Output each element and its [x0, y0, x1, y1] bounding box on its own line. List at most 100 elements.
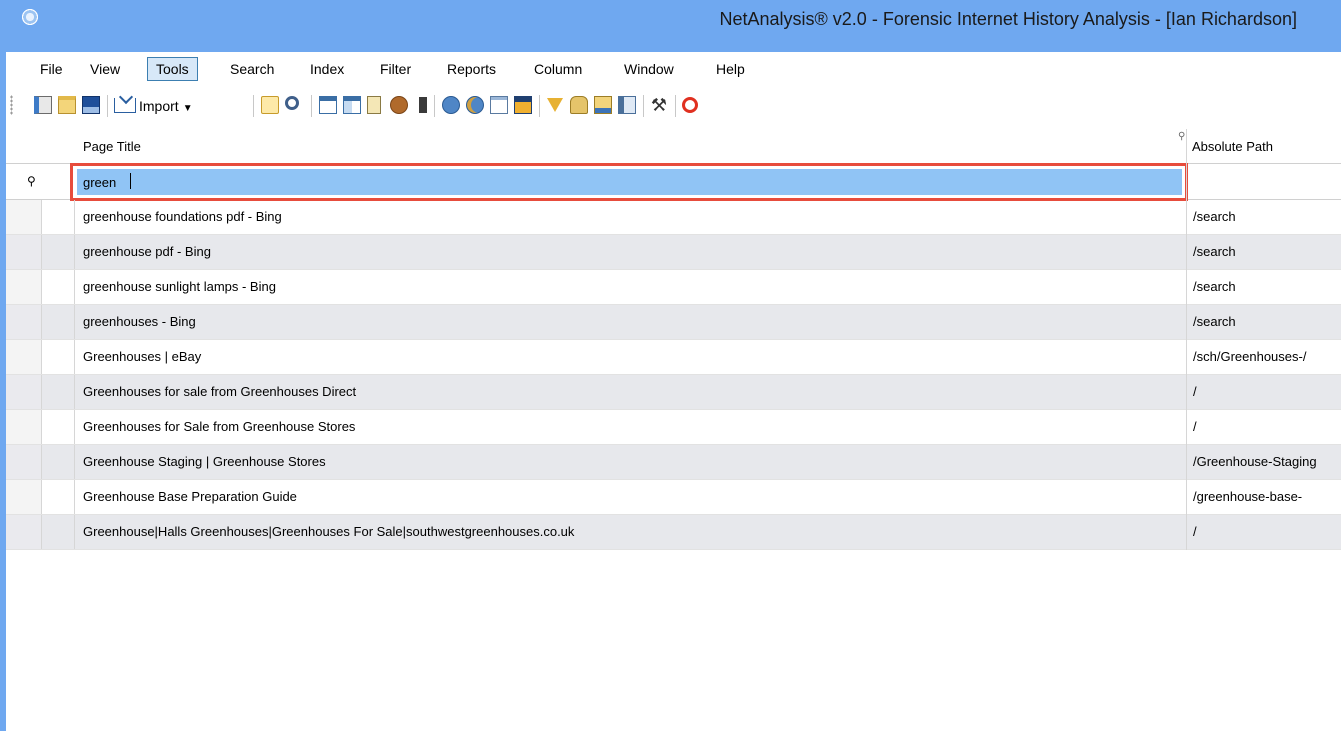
row-indicator[interactable]	[6, 200, 42, 234]
row-selector[interactable]	[42, 235, 75, 269]
table-row[interactable]: Greenhouse|Halls Greenhouses|Greenhouses…	[6, 515, 1341, 550]
cell-page-title: Greenhouse Base Preparation Guide	[83, 489, 297, 504]
table-row[interactable]: greenhouse pdf - Bing /search	[6, 235, 1341, 270]
row-indicator[interactable]	[6, 305, 42, 339]
grid-view-icon[interactable]	[343, 96, 361, 114]
row-selector[interactable]	[42, 305, 75, 339]
menu-column[interactable]: Column	[526, 57, 590, 81]
cell-absolute-path: /sch/Greenhouses-/	[1193, 349, 1307, 364]
tools-icon[interactable]: ⚒	[650, 96, 668, 114]
column-header-absolute-path[interactable]: Absolute Path	[1192, 129, 1273, 164]
refresh-alt-icon[interactable]	[466, 96, 484, 114]
table-row[interactable]: greenhouse foundations pdf - Bing /searc…	[6, 200, 1341, 235]
cell-absolute-path: /Greenhouse-Staging	[1193, 454, 1317, 469]
cell-absolute-path: /search	[1193, 314, 1236, 329]
table-row[interactable]: Greenhouse Base Preparation Guide /green…	[6, 480, 1341, 515]
bookmark-icon[interactable]	[419, 97, 427, 113]
cell-page-title: greenhouses - Bing	[83, 314, 196, 329]
filter-input-highlight	[70, 163, 1188, 201]
report-icon[interactable]	[367, 96, 381, 114]
chevron-down-icon: ▼	[182, 103, 193, 114]
row-selector[interactable]	[42, 480, 75, 514]
table-row[interactable]: Greenhouses for sale from Greenhouses Di…	[6, 375, 1341, 410]
row-selector[interactable]	[42, 340, 75, 374]
menu-reports[interactable]: Reports	[439, 57, 504, 81]
toolbar: Import ▼ ⚒	[6, 87, 1341, 123]
row-indicator[interactable]	[6, 270, 42, 304]
database-icon[interactable]	[570, 96, 588, 114]
window-title: NetAnalysis® v2.0 - Forensic Internet Hi…	[719, 9, 1298, 29]
cell-absolute-path: /greenhouse-base-	[1193, 489, 1303, 504]
save-icon[interactable]	[82, 96, 100, 114]
cell-page-title: greenhouse foundations pdf - Bing	[83, 209, 282, 224]
row-indicator[interactable]	[6, 445, 42, 479]
cell-page-title: greenhouse sunlight lamps - Bing	[83, 279, 276, 294]
filter-icon[interactable]	[547, 98, 563, 112]
column-divider[interactable]	[1186, 129, 1187, 550]
table-view-icon[interactable]	[319, 96, 337, 114]
toolbar-separator	[107, 95, 108, 117]
list-icon[interactable]	[490, 96, 508, 114]
toolbar-separator	[253, 95, 254, 117]
title-bar: NetAnalysis® v2.0 - Forensic Internet Hi…	[0, 0, 1341, 52]
cell-absolute-path: /search	[1193, 244, 1236, 259]
export-icon[interactable]	[594, 96, 612, 114]
filter-edit-icon[interactable]	[261, 96, 279, 114]
import-label: Import	[139, 98, 179, 114]
menu-window[interactable]: Window	[616, 57, 682, 81]
row-selector[interactable]	[42, 270, 75, 304]
table-row[interactable]: Greenhouse Staging | Greenhouse Stores /…	[6, 445, 1341, 480]
filter-row-pin-icon: ⚲	[27, 174, 36, 188]
toolbar-grip[interactable]	[10, 95, 13, 115]
toolbar-separator	[434, 95, 435, 117]
menu-view[interactable]: View	[82, 57, 128, 81]
open-folder-icon[interactable]	[58, 96, 76, 114]
row-indicator[interactable]	[6, 480, 42, 514]
table-row[interactable]: greenhouse sunlight lamps - Bing /search	[6, 270, 1341, 305]
row-indicator[interactable]	[6, 410, 42, 444]
history-grid: Page Title ⚲ Absolute Path ⚲ greenhouse …	[6, 129, 1341, 731]
grid-header: Page Title ⚲ Absolute Path	[6, 129, 1341, 164]
cell-absolute-path: /search	[1193, 279, 1236, 294]
table-row[interactable]: Greenhouses for Sale from Greenhouse Sto…	[6, 410, 1341, 445]
toolbar-separator	[539, 95, 540, 117]
row-indicator[interactable]	[6, 340, 42, 374]
cell-page-title: Greenhouses for sale from Greenhouses Di…	[83, 384, 357, 399]
cell-page-title: greenhouse pdf - Bing	[83, 244, 211, 259]
row-indicator[interactable]	[6, 375, 42, 409]
row-selector[interactable]	[42, 410, 75, 444]
menu-file[interactable]: File	[32, 57, 71, 81]
row-selector[interactable]	[42, 200, 75, 234]
column-filter-icon[interactable]: ⚲	[1178, 132, 1186, 142]
page-title-filter-input[interactable]	[77, 169, 1182, 195]
toolbar-separator	[675, 95, 676, 117]
cookie-icon[interactable]	[390, 96, 408, 114]
row-indicator[interactable]	[6, 235, 42, 269]
cell-absolute-path: /	[1193, 419, 1197, 434]
menu-search[interactable]: Search	[222, 57, 282, 81]
cell-absolute-path: /search	[1193, 209, 1236, 224]
row-selector[interactable]	[42, 375, 75, 409]
import-button[interactable]: Import ▼	[114, 95, 193, 117]
cell-page-title: Greenhouse|Halls Greenhouses|Greenhouses…	[83, 524, 575, 539]
row-indicator[interactable]	[6, 515, 42, 549]
table-row[interactable]: greenhouses - Bing /search	[6, 305, 1341, 340]
properties-icon[interactable]	[618, 96, 636, 114]
cell-page-title: Greenhouses | eBay	[83, 349, 202, 364]
power-icon[interactable]	[682, 97, 698, 113]
app-globe-icon[interactable]	[22, 9, 38, 25]
menu-index[interactable]: Index	[302, 57, 352, 81]
import-icon	[114, 98, 136, 113]
find-icon[interactable]	[285, 96, 299, 110]
menu-filter[interactable]: Filter	[372, 57, 419, 81]
column-header-page-title[interactable]: Page Title	[83, 129, 141, 164]
table-row[interactable]: Greenhouses | eBay /sch/Greenhouses-/	[6, 340, 1341, 375]
refresh-icon[interactable]	[442, 96, 460, 114]
menu-tools[interactable]: Tools	[147, 57, 198, 81]
new-workspace-icon[interactable]	[34, 96, 52, 114]
toolbar-separator	[311, 95, 312, 117]
menu-help[interactable]: Help	[708, 57, 753, 81]
row-selector[interactable]	[42, 445, 75, 479]
image-icon[interactable]	[514, 96, 532, 114]
row-selector[interactable]	[42, 515, 75, 549]
